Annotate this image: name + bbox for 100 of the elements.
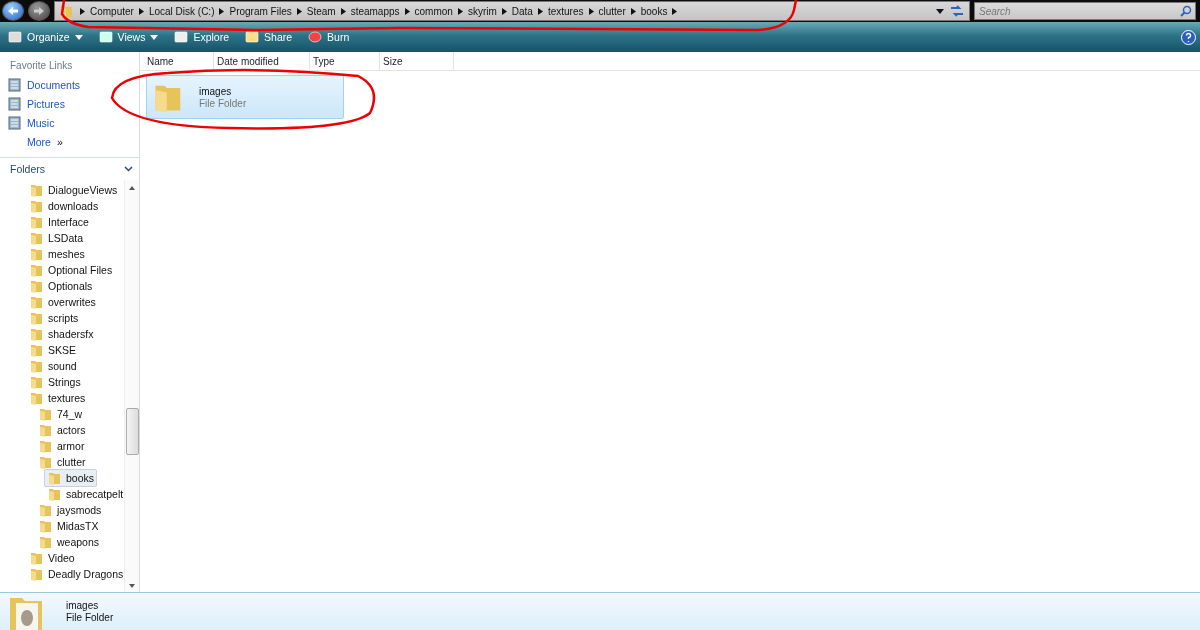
- caret-icon: [74, 34, 83, 40]
- folder-tree-item[interactable]: meshes: [26, 245, 88, 263]
- folder-tree-item[interactable]: scripts: [26, 309, 82, 327]
- more-link[interactable]: More »: [0, 132, 139, 151]
- folder-tree-item[interactable]: Optionals: [26, 277, 96, 295]
- chevron-icon: [537, 7, 543, 15]
- document-icon: [8, 77, 21, 92]
- toolbar-button[interactable]: Organize: [4, 28, 87, 46]
- section-title: Folders: [10, 163, 45, 175]
- folder-tree-item[interactable]: MidasTX: [35, 517, 102, 535]
- folder-icon: [29, 294, 45, 310]
- document-icon: [8, 115, 21, 130]
- folder-icon: [47, 486, 63, 502]
- folder-icon: [29, 390, 45, 406]
- breadcrumb[interactable]: steamapps: [350, 5, 400, 17]
- chevron-icon: [501, 7, 507, 15]
- folder-tree-item[interactable]: sabrecatpelt: [44, 485, 124, 503]
- folder-icon: [29, 310, 45, 326]
- breadcrumb[interactable]: clutter: [598, 5, 626, 17]
- breadcrumb[interactable]: skyrim: [467, 5, 497, 17]
- folder-tree-item[interactable]: Interface: [26, 213, 92, 231]
- folder-tree-item[interactable]: books: [44, 469, 98, 487]
- folder-tree-item[interactable]: clutter: [35, 453, 89, 471]
- chevron-icon: [138, 7, 144, 15]
- search-field[interactable]: Search: [974, 2, 1196, 20]
- folder-tree-item[interactable]: sound: [26, 357, 80, 375]
- file-type: File Folder: [66, 612, 114, 623]
- folder-tree-item[interactable]: Deadly Dragons: [26, 565, 124, 583]
- folder-icon: [38, 502, 54, 518]
- folder-tree-item[interactable]: armor: [35, 437, 88, 455]
- folder-icon: [29, 182, 45, 198]
- favorite-link[interactable]: Music: [0, 113, 139, 132]
- folder-icon: [38, 438, 54, 454]
- breadcrumb[interactable]: Steam: [306, 5, 336, 17]
- breadcrumb[interactable]: Data: [511, 5, 533, 17]
- chevron-icon: [219, 7, 225, 15]
- toolbar-button[interactable]: Burn: [304, 28, 354, 46]
- folder-tree-item[interactable]: downloads: [26, 197, 102, 215]
- back-button[interactable]: [2, 1, 24, 21]
- caret-icon: [150, 34, 159, 40]
- breadcrumb[interactable]: common: [414, 5, 453, 17]
- dropdown-icon[interactable]: [936, 8, 944, 14]
- refresh-icon[interactable]: [949, 4, 965, 18]
- folder-icon: [29, 198, 45, 214]
- folder-tree-item[interactable]: shadersfx: [26, 325, 97, 343]
- folder-icon: [29, 246, 45, 262]
- favorite-link[interactable]: Pictures: [0, 94, 139, 113]
- chevron-icon: [588, 7, 594, 15]
- chevron-icon: [457, 7, 463, 15]
- folder-icon: [38, 454, 54, 470]
- folder-icon: [29, 230, 45, 246]
- scrollbar[interactable]: [124, 180, 139, 592]
- folder-tree-item[interactable]: Video: [26, 549, 78, 567]
- chevron-icon: [672, 7, 678, 15]
- chevron-icon: [630, 7, 636, 15]
- folder-icon: [29, 342, 45, 358]
- folder-tree-item[interactable]: Optional Files: [26, 261, 116, 279]
- back-arrow-icon: [7, 6, 19, 16]
- document-icon: [8, 96, 21, 111]
- folder-icon: [29, 566, 45, 582]
- help-icon[interactable]: [1181, 29, 1196, 45]
- favorite-link[interactable]: Documents: [0, 75, 139, 94]
- folder-tree-item[interactable]: DialogueViews: [26, 181, 121, 199]
- folder-tree-item[interactable]: textures: [26, 389, 89, 407]
- address-bar[interactable]: Computer Local Disk (C:) Program Files Steam steamapps common skyrim Data textures clutter books: [54, 1, 970, 21]
- folder-tree-item[interactable]: Strings: [26, 373, 84, 391]
- folder-tree-item[interactable]: jaysmods: [35, 501, 105, 519]
- folder-icon: [29, 326, 45, 342]
- column-header[interactable]: Date modified: [214, 52, 310, 70]
- scroll-thumb[interactable]: [126, 408, 139, 455]
- folder-tree-item[interactable]: overwrites: [26, 293, 99, 311]
- folder-tree-item[interactable]: LSData: [26, 229, 87, 247]
- folder-tile[interactable]: images File Folder: [146, 75, 344, 119]
- folder-tree-item[interactable]: actors: [35, 421, 89, 439]
- folder-icon: [47, 470, 63, 486]
- breadcrumb[interactable]: Program Files: [229, 5, 292, 17]
- column-header[interactable]: Size: [380, 52, 454, 70]
- folder-icon: [29, 214, 45, 230]
- column-header[interactable]: Type: [310, 52, 380, 70]
- toolbar-button[interactable]: Explore: [170, 28, 234, 46]
- folder-icon: [29, 278, 45, 294]
- breadcrumb[interactable]: Local Disk (C:): [148, 5, 215, 17]
- file-name: images: [66, 600, 100, 611]
- breadcrumb[interactable]: textures: [547, 5, 584, 17]
- breadcrumb[interactable]: Computer: [90, 5, 134, 17]
- folder-tree-item[interactable]: 74_w: [35, 405, 86, 423]
- toolbar-button[interactable]: Share: [241, 28, 297, 46]
- scroll-down-icon: [129, 584, 135, 588]
- forward-button[interactable]: [28, 1, 50, 21]
- collapse-chevron-icon[interactable]: [124, 166, 133, 172]
- folder-tree-item[interactable]: SKSE: [26, 341, 79, 359]
- scroll-up-icon: [129, 186, 135, 190]
- folder-icon: [29, 374, 45, 390]
- column-header[interactable]: Name: [144, 52, 214, 70]
- folder-tree-item[interactable]: weapons: [35, 533, 103, 551]
- file-type: File Folder: [199, 97, 247, 109]
- folder-icon: [38, 534, 54, 550]
- toolbar-button[interactable]: Views: [94, 28, 163, 46]
- breadcrumb[interactable]: books: [640, 5, 668, 17]
- file-name: images: [199, 85, 233, 97]
